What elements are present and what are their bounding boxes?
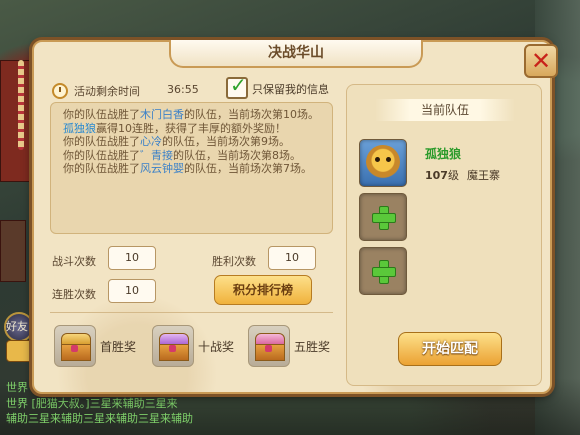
wins-label: 胜利次数	[212, 255, 256, 268]
team-title: 当前队伍	[375, 99, 515, 121]
member-level: 107级	[425, 169, 459, 182]
chest-icon	[248, 325, 290, 367]
log-entry: 你的队伍战胜了゛青接的队伍，当前场次第8场。	[63, 148, 301, 162]
timer-value: 36:55	[167, 83, 199, 96]
clock-icon	[52, 83, 68, 99]
add-member-slot[interactable]	[359, 193, 407, 241]
log-entry: 你的队伍战胜了心冷的队伍，当前场次第9场。	[63, 135, 290, 149]
plus-icon	[372, 206, 396, 230]
log-entry: 你的队伍战胜了木门白香的队伍，当前场次第10场。	[63, 108, 319, 121]
streak-label: 连胜次数	[52, 288, 96, 301]
chat-line: 世界	[6, 381, 28, 394]
wins-value: 10	[268, 246, 316, 270]
member-portrait[interactable]	[359, 139, 407, 187]
log-entry: 你的队伍战胜了风云钟婴的队伍，当前场次第7场。	[63, 162, 312, 176]
chest-icon	[152, 325, 194, 367]
battle-dialog: 决战华山 ✕ 活动剩余时间 36:55 ✓ 只保留我的信息 你的队伍战胜了木门白…	[32, 40, 558, 394]
close-icon: ✕	[530, 47, 552, 75]
member-name: 孤独狼	[425, 147, 462, 161]
add-member-slot[interactable]	[359, 247, 407, 295]
divider	[50, 312, 333, 313]
battle-log[interactable]: 你的队伍战胜了木门白香的队伍，当前场次第10场。 孤独狼赢得10连胜，获得了丰厚…	[50, 102, 333, 234]
tassel-decoration	[18, 60, 24, 150]
reward-label: 十战奖	[198, 340, 235, 354]
building-wall	[0, 220, 26, 282]
building-roof	[0, 60, 32, 182]
streak-value: 10	[108, 279, 156, 303]
dialog-title: 决战华山	[169, 40, 423, 68]
check-icon: ✓	[230, 73, 247, 97]
timer-label: 活动剩余时间	[74, 85, 140, 98]
chest-icon	[54, 325, 96, 367]
only-mine-label: 只保留我的信息	[252, 83, 329, 96]
battles-value: 10	[108, 246, 156, 270]
chat-icon[interactable]	[6, 340, 34, 362]
ranking-button[interactable]: 积分排行榜	[214, 275, 312, 305]
chat-line: 世界 [肥猫大叔。]三星来辅助三星来	[6, 397, 178, 410]
start-match-button[interactable]: 开始匹配	[398, 332, 502, 366]
friends-label: 好友	[6, 320, 28, 333]
chat-line: 辅助三星来辅助三星来辅助三星来辅助	[6, 412, 193, 425]
tiger-avatar-icon	[366, 145, 400, 179]
reward-label: 首胜奖	[100, 340, 137, 354]
close-button[interactable]: ✕	[524, 44, 558, 78]
battles-label: 战斗次数	[52, 255, 96, 268]
log-entry: 孤独狼赢得10连胜，获得了丰厚的额外奖励！	[63, 121, 286, 135]
member-faction: 魔王寨	[467, 169, 500, 182]
plus-icon	[372, 260, 396, 284]
reward-label: 五胜奖	[294, 340, 331, 354]
only-mine-checkbox[interactable]: ✓	[226, 73, 248, 99]
